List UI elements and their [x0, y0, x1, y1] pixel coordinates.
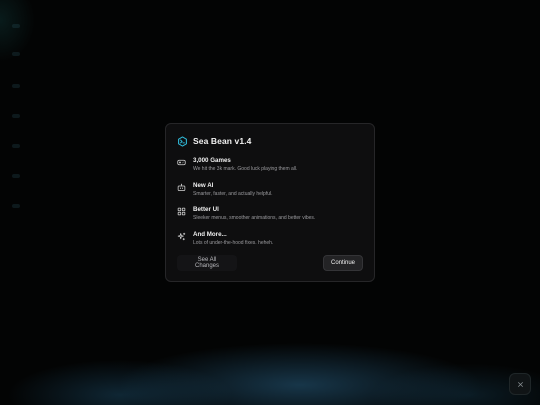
- sparkles-icon: [177, 232, 186, 241]
- modal-footer: See All Changes Continue: [177, 255, 363, 271]
- layout-grid-icon: [177, 207, 186, 216]
- sea-bean-logo-icon: [177, 135, 188, 147]
- feature-title: And More...: [193, 230, 227, 238]
- feature-item: New AI Smarter, faster, and actually hel…: [177, 182, 363, 207]
- modal-header: Sea Bean v1.4: [177, 134, 363, 148]
- modal-title: Sea Bean v1.4: [193, 136, 252, 146]
- feature-title: 3,000 Games: [193, 157, 231, 164]
- feature-item: 3,000 Games We hit the 3k mark. Good luc…: [177, 157, 363, 182]
- feature-description: Sleeker menus, smoother animations, and …: [193, 215, 316, 221]
- feature-title: New AI: [193, 181, 214, 189]
- feature-description: Lots of under-the-hood fixes. heheh.: [193, 239, 274, 246]
- bot-icon: [177, 183, 186, 192]
- feature-item: Better UI Sleeker menus, smoother animat…: [177, 206, 363, 231]
- close-button[interactable]: [509, 373, 531, 395]
- gamepad-icon: [177, 158, 186, 167]
- feature-list: 3,000 Games We hit the 3k mark. Good luc…: [177, 157, 363, 255]
- close-icon: [517, 381, 524, 388]
- feature-item: And More... Lots of under-the-hood fixes…: [177, 231, 363, 256]
- feature-title: Better UI: [193, 206, 219, 213]
- continue-button[interactable]: Continue: [323, 255, 363, 271]
- update-modal: Sea Bean v1.4 3,000 Games We hit the 3k …: [165, 123, 375, 282]
- background-sidebar: [4, 14, 30, 234]
- see-all-changes-button[interactable]: See All Changes: [177, 255, 237, 271]
- feature-description: Smarter, faster, and actually helpful.: [193, 190, 273, 197]
- feature-description: We hit the 3k mark. Good luck playing th…: [193, 166, 298, 172]
